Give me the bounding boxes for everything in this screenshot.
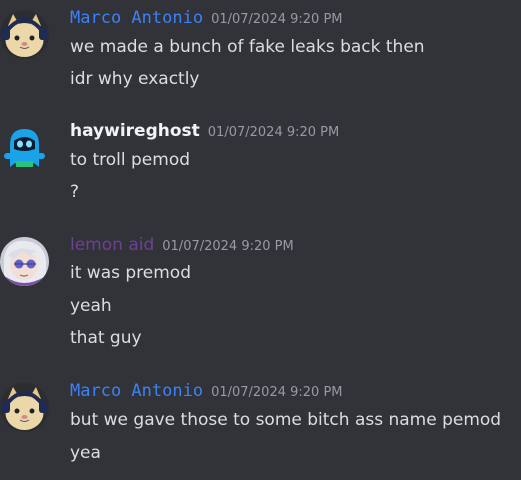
timestamp: 01/07/2024 9:20 PM bbox=[211, 12, 343, 27]
message-text: yeah bbox=[70, 296, 112, 316]
chat-message-list: Marco Antonio 01/07/2024 9:20 PM we made… bbox=[0, 0, 521, 480]
message-header: Marco Antonio 01/07/2024 9:20 PM bbox=[70, 381, 343, 403]
cat-headphones-avatar-icon[interactable] bbox=[0, 10, 49, 59]
message-text: ? bbox=[70, 182, 80, 202]
anime-character-avatar-icon[interactable] bbox=[0, 237, 49, 286]
message-text: we made a bunch of fake leaks back then bbox=[70, 37, 425, 57]
message-text: that guy bbox=[70, 328, 142, 348]
timestamp: 01/07/2024 9:20 PM bbox=[207, 125, 340, 140]
message-text: but we gave those to some bitch ass name… bbox=[70, 410, 502, 430]
cat-headphones-avatar-icon[interactable] bbox=[0, 383, 49, 432]
username[interactable]: Marco Antonio bbox=[70, 8, 203, 28]
message-header: Marco Antonio 01/07/2024 9:20 PM bbox=[70, 8, 343, 30]
blue-ghost-avatar-icon[interactable] bbox=[0, 123, 49, 172]
message-header: lemon aid 01/07/2024 9:20 PM bbox=[70, 235, 294, 257]
username[interactable]: lemon aid bbox=[70, 235, 154, 255]
timestamp: 01/07/2024 9:20 PM bbox=[211, 385, 343, 400]
timestamp: 01/07/2024 9:20 PM bbox=[162, 239, 294, 254]
message-text: yea bbox=[70, 443, 101, 463]
message-text: idr why exactly bbox=[70, 69, 200, 89]
message-text: it was premod bbox=[70, 263, 191, 283]
message-text: to troll pemod bbox=[70, 150, 191, 170]
username[interactable]: Marco Antonio bbox=[70, 381, 203, 401]
message-header: haywireghost 01/07/2024 9:20 PM bbox=[70, 121, 339, 143]
username[interactable]: haywireghost bbox=[70, 121, 200, 141]
